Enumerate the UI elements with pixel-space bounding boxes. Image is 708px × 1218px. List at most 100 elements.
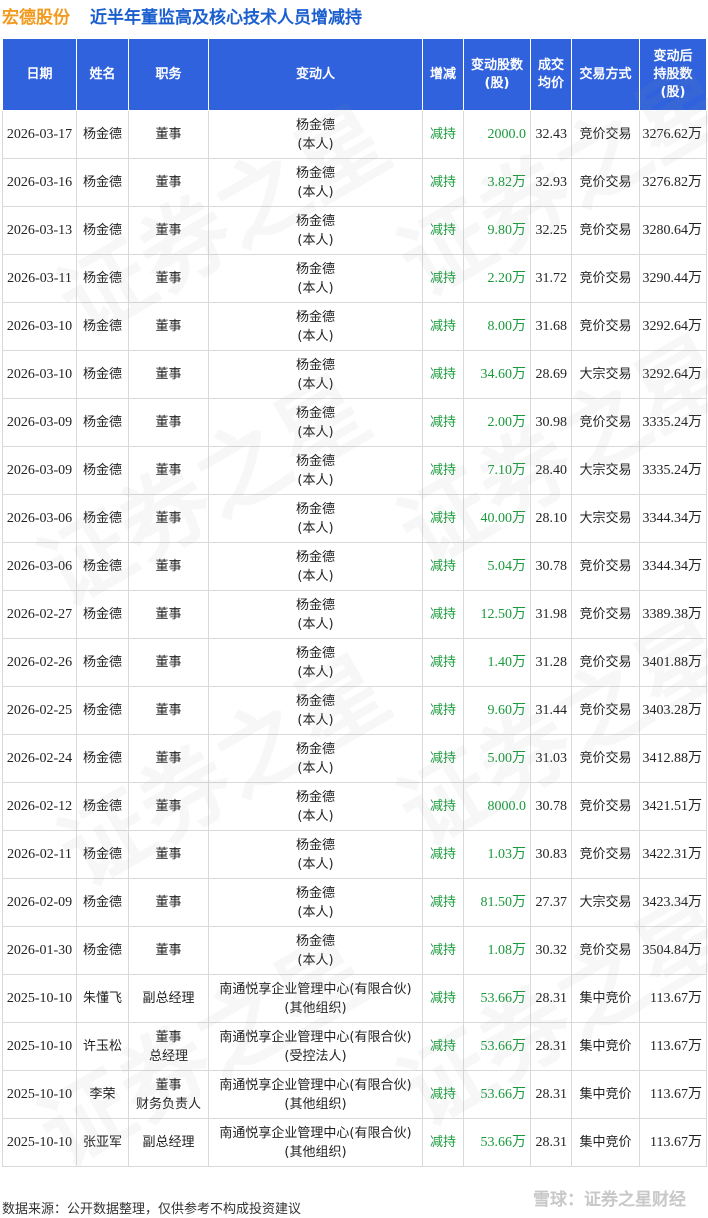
cell-col-changer: 杨金德 (本人) (208, 830, 423, 879)
cell-col-position: 董事 (128, 926, 209, 975)
cell-col-price: 30.78 (530, 542, 572, 591)
cell-col-date: 2026-02-27 (2, 590, 77, 639)
cell-col-direction: 减持 (422, 206, 464, 255)
cell-col-method: 集中竞价 (571, 974, 640, 1023)
cell-col-position: 董事 (128, 542, 209, 591)
cell-col-holdings: 113.67万 (639, 1022, 707, 1071)
cell-col-name: 李荣 (76, 1070, 129, 1119)
cell-col-holdings: 3290.44万 (639, 254, 707, 303)
header-col-direction: 增减 (422, 38, 464, 111)
cell-col-position: 董事 (128, 158, 209, 207)
table-row: 2026-03-06 杨金德 董事 杨金德 (本人) 减持 40.00万 28.10 大宗交易 3… (2, 494, 707, 543)
cell-col-changer: 杨金德 (本人) (208, 254, 423, 303)
cell-col-direction: 减持 (422, 446, 464, 495)
cell-col-name: 许玉松 (76, 1022, 129, 1071)
cell-col-shares: 3.82万 (463, 158, 531, 207)
cell-col-name: 杨金德 (76, 686, 129, 735)
cell-col-name: 杨金德 (76, 734, 129, 783)
cell-col-price: 32.93 (530, 158, 572, 207)
cell-col-holdings: 3292.64万 (639, 302, 707, 351)
cell-col-direction: 减持 (422, 350, 464, 399)
cell-col-shares: 2.00万 (463, 398, 531, 447)
cell-col-price: 28.10 (530, 494, 572, 543)
cell-col-name: 杨金德 (76, 638, 129, 687)
cell-col-method: 竞价交易 (571, 206, 640, 255)
cell-col-shares: 40.00万 (463, 494, 531, 543)
cell-col-date: 2025-10-10 (2, 1022, 77, 1071)
cell-col-direction: 减持 (422, 974, 464, 1023)
cell-col-direction: 减持 (422, 734, 464, 783)
table-row: 2025-10-10 李荣 董事 财务负责人 南通悦享企业管理中心(有限合伙) (其他组织… (2, 1070, 707, 1119)
cell-col-changer: 杨金德 (本人) (208, 782, 423, 831)
cell-col-shares: 53.66万 (463, 1022, 531, 1071)
company-name: 宏德股份 (2, 8, 70, 28)
cell-col-direction: 减持 (422, 878, 464, 927)
cell-col-shares: 1.08万 (463, 926, 531, 975)
cell-col-holdings: 3335.24万 (639, 446, 707, 495)
cell-col-changer: 杨金德 (本人) (208, 398, 423, 447)
cell-col-holdings: 3389.38万 (639, 590, 707, 639)
cell-col-date: 2026-03-06 (2, 494, 77, 543)
cell-col-changer: 杨金德 (本人) (208, 734, 423, 783)
cell-col-holdings: 3344.34万 (639, 542, 707, 591)
cell-col-changer: 杨金德 (本人) (208, 878, 423, 927)
header-col-shares: 变动股数 (股) (463, 38, 531, 111)
cell-col-price: 31.72 (530, 254, 572, 303)
cell-col-changer: 杨金德 (本人) (208, 926, 423, 975)
cell-col-direction: 减持 (422, 254, 464, 303)
cell-col-holdings: 113.67万 (639, 1118, 707, 1167)
cell-col-changer: 杨金德 (本人) (208, 542, 423, 591)
cell-col-date: 2026-03-13 (2, 206, 77, 255)
cell-col-position: 董事 (128, 782, 209, 831)
cell-col-changer: 杨金德 (本人) (208, 494, 423, 543)
cell-col-method: 竞价交易 (571, 734, 640, 783)
table-row: 2026-03-10 杨金德 董事 杨金德 (本人) 减持 34.60万 28.69 大宗交易 3… (2, 350, 707, 399)
header-col-name: 姓名 (76, 38, 129, 111)
watermark-logo: 雪球：证券之星财经 (533, 1190, 686, 1210)
cell-col-shares: 8000.0 (463, 782, 531, 831)
cell-col-price: 30.32 (530, 926, 572, 975)
cell-col-direction: 减持 (422, 1070, 464, 1119)
cell-col-direction: 减持 (422, 590, 464, 639)
cell-col-shares: 1.40万 (463, 638, 531, 687)
cell-col-direction: 减持 (422, 1118, 464, 1167)
cell-col-shares: 9.60万 (463, 686, 531, 735)
holdings-change-table: 日期 姓名 职务 变动人 增减 变动股数 (股) 成交 均价 交易方式 变动后 持股数 (股) 2026… (2, 38, 707, 1167)
table-row: 2026-02-12 杨金德 董事 杨金德 (本人) 减持 8000.0 30.78 竞价交易 3… (2, 782, 707, 831)
cell-col-holdings: 3504.84万 (639, 926, 707, 975)
cell-col-position: 董事 (128, 494, 209, 543)
cell-col-method: 竞价交易 (571, 686, 640, 735)
cell-col-method: 竞价交易 (571, 254, 640, 303)
cell-col-price: 28.31 (530, 1118, 572, 1167)
cell-col-name: 杨金德 (76, 926, 129, 975)
cell-col-changer: 杨金德 (本人) (208, 638, 423, 687)
header-col-holdings: 变动后 持股数 (股) (639, 38, 707, 111)
cell-col-shares: 81.50万 (463, 878, 531, 927)
header-col-price: 成交 均价 (530, 38, 572, 111)
table-row: 2025-10-10 张亚军 副总经理 南通悦享企业管理中心(有限合伙) (其他组织) 减… (2, 1118, 707, 1167)
cell-col-changer: 杨金德 (本人) (208, 446, 423, 495)
cell-col-shares: 9.80万 (463, 206, 531, 255)
cell-col-name: 杨金德 (76, 254, 129, 303)
table-row: 2026-02-27 杨金德 董事 杨金德 (本人) 减持 12.50万 31.98 竞价交易 3… (2, 590, 707, 639)
cell-col-direction: 减持 (422, 110, 464, 159)
cell-col-method: 大宗交易 (571, 494, 640, 543)
cell-col-direction: 减持 (422, 638, 464, 687)
cell-col-price: 28.40 (530, 446, 572, 495)
cell-col-shares: 5.00万 (463, 734, 531, 783)
cell-col-name: 杨金德 (76, 830, 129, 879)
cell-col-method: 集中竞价 (571, 1118, 640, 1167)
cell-col-changer: 南通悦享企业管理中心(有限合伙) (受控法人) (208, 1022, 423, 1071)
cell-col-position: 董事 (128, 350, 209, 399)
cell-col-shares: 2000.0 (463, 110, 531, 159)
cell-col-name: 杨金德 (76, 494, 129, 543)
cell-col-holdings: 3276.82万 (639, 158, 707, 207)
table-row: 2025-10-10 朱懂飞 副总经理 南通悦享企业管理中心(有限合伙) (其他组织) 减… (2, 974, 707, 1023)
cell-col-date: 2026-02-12 (2, 782, 77, 831)
cell-col-changer: 杨金德 (本人) (208, 110, 423, 159)
table-row: 2026-02-25 杨金德 董事 杨金德 (本人) 减持 9.60万 31.44 竞价交易 34… (2, 686, 707, 735)
table-row: 2026-03-09 杨金德 董事 杨金德 (本人) 减持 2.00万 30.98 竞价交易 33… (2, 398, 707, 447)
cell-col-holdings: 3422.31万 (639, 830, 707, 879)
header-col-method: 交易方式 (571, 38, 640, 111)
cell-col-price: 28.31 (530, 1070, 572, 1119)
